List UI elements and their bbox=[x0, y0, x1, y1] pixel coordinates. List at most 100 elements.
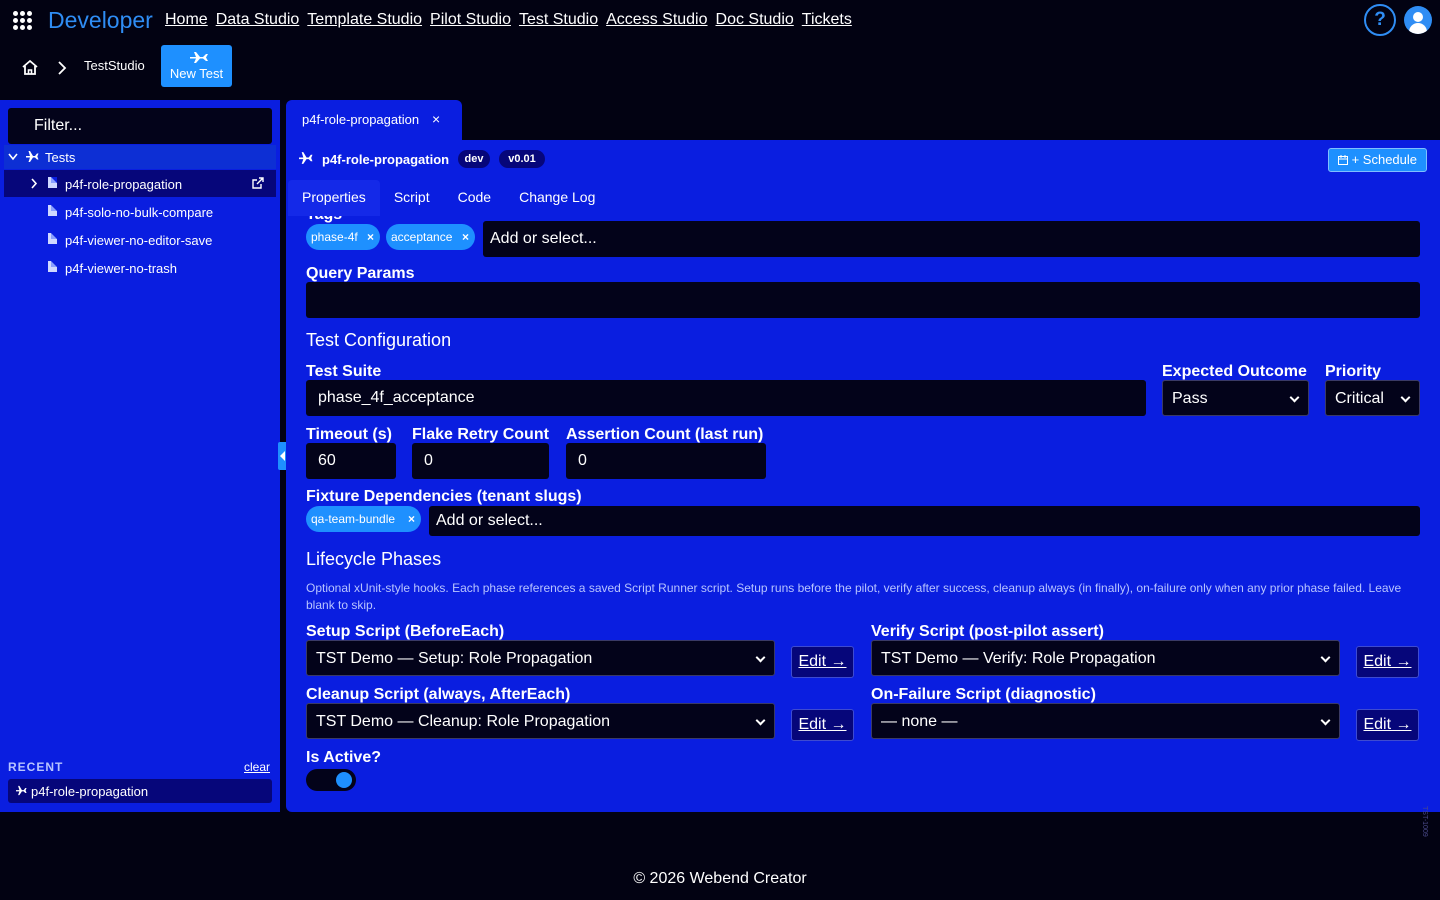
nav-link-data-studio[interactable]: Data Studio bbox=[216, 11, 300, 29]
is-active-label: Is Active? bbox=[306, 749, 381, 766]
tree-item-label: p4f-viewer-no-trash bbox=[65, 261, 177, 276]
chevron-down-icon bbox=[755, 652, 766, 663]
home-icon[interactable] bbox=[21, 59, 39, 76]
setup-script-select[interactable]: TST Demo — Setup: Role Propagation bbox=[306, 640, 775, 676]
test-suite-input[interactable]: phase_4f_acceptance bbox=[306, 380, 1146, 416]
tree-root-label: Tests bbox=[45, 150, 76, 165]
test-suite-label: Test Suite bbox=[306, 363, 382, 380]
expected-outcome-select[interactable]: Pass bbox=[1162, 380, 1309, 416]
edit-cleanup-script-button[interactable]: Edit → bbox=[791, 709, 854, 741]
query-params-input[interactable] bbox=[306, 282, 1420, 318]
tags-input[interactable]: Add or select... bbox=[483, 221, 1420, 257]
tag-chip-label: acceptance bbox=[391, 230, 453, 244]
sidebar: Tests p4f-role-propagation p4f-solo-no-b… bbox=[0, 100, 280, 812]
new-test-label: New Test bbox=[169, 66, 224, 81]
recent-clear-link[interactable]: clear bbox=[244, 760, 270, 774]
timeout-input[interactable]: 60 bbox=[306, 443, 396, 479]
tree-item-label: p4f-viewer-no-editor-save bbox=[65, 233, 213, 248]
chevron-down-icon bbox=[1320, 715, 1331, 726]
page-title: p4f-role-propagation bbox=[322, 152, 450, 167]
expected-outcome-value: Pass bbox=[1172, 390, 1208, 407]
fixture-deps-input[interactable]: Add or select... bbox=[429, 506, 1420, 536]
env-badge: dev bbox=[458, 150, 490, 168]
edit-setup-script-button[interactable]: Edit → bbox=[791, 646, 854, 678]
assertion-count-input[interactable]: 0 bbox=[566, 443, 766, 479]
tree-item-label: p4f-role-propagation bbox=[65, 177, 183, 192]
cleanup-script-label: Cleanup Script (always, AfterEach) bbox=[306, 686, 571, 703]
cleanup-script-value: TST Demo — Cleanup: Role Propagation bbox=[316, 713, 611, 730]
close-icon[interactable]: × bbox=[432, 111, 440, 127]
query-params-label: Query Params bbox=[306, 265, 415, 282]
nav-link-tickets[interactable]: Tickets bbox=[802, 11, 852, 29]
tags-label: Tags bbox=[306, 216, 342, 224]
file-icon bbox=[48, 177, 57, 188]
remove-fixture-icon[interactable]: × bbox=[408, 506, 415, 532]
is-active-toggle[interactable] bbox=[306, 769, 356, 791]
fixture-deps-label: Fixture Dependencies (tenant slugs) bbox=[306, 488, 582, 505]
remove-tag-icon[interactable]: × bbox=[367, 224, 374, 250]
nav-links: Home Data Studio Template Studio Pilot S… bbox=[165, 11, 852, 29]
tree-item-label: p4f-solo-no-bulk-compare bbox=[65, 205, 214, 220]
tree-item-p4f-solo-no-bulk-compare[interactable]: p4f-solo-no-bulk-compare bbox=[4, 198, 276, 225]
priority-select[interactable]: Critical bbox=[1325, 380, 1420, 416]
recent-item[interactable]: p4f-role-propagation bbox=[8, 779, 272, 803]
footer-text: © 2026 Webend Creator bbox=[633, 870, 807, 887]
nav-link-access-studio[interactable]: Access Studio bbox=[606, 11, 707, 29]
recent-item-label: p4f-role-propagation bbox=[31, 784, 149, 799]
tree-root-tests[interactable]: Tests bbox=[4, 145, 276, 169]
test-config-heading: Test Configuration bbox=[306, 330, 452, 350]
toggle-knob bbox=[336, 772, 352, 788]
file-icon bbox=[48, 261, 57, 272]
remove-tag-icon[interactable]: × bbox=[462, 224, 469, 250]
nav-link-home[interactable]: Home bbox=[165, 11, 208, 29]
tab-properties[interactable]: Properties bbox=[288, 180, 380, 216]
version-stamp: TST-1009 bbox=[1421, 806, 1428, 837]
file-icon bbox=[48, 233, 57, 244]
help-icon[interactable]: ? bbox=[1364, 4, 1396, 36]
filter-input[interactable] bbox=[8, 108, 272, 144]
fixture-chip[interactable]: qa-team-bundle × bbox=[306, 506, 421, 532]
verify-script-select[interactable]: TST Demo — Verify: Role Propagation bbox=[871, 640, 1340, 676]
nav-link-template-studio[interactable]: Template Studio bbox=[307, 11, 422, 29]
external-link-icon[interactable] bbox=[252, 177, 264, 189]
tab-script[interactable]: Script bbox=[380, 180, 444, 216]
tag-chip[interactable]: acceptance × bbox=[386, 224, 475, 250]
calendar-icon bbox=[1337, 155, 1348, 165]
chevron-down-icon[interactable] bbox=[8, 153, 18, 161]
onfailure-script-value: — none — bbox=[881, 713, 958, 730]
setup-script-label: Setup Script (BeforeEach) bbox=[306, 623, 505, 640]
schedule-label: + Schedule bbox=[1351, 152, 1418, 167]
chevron-right-icon[interactable] bbox=[30, 178, 38, 189]
plane-icon bbox=[299, 152, 313, 164]
breadcrumb-current[interactable]: TestStudio bbox=[84, 58, 145, 73]
expected-outcome-label: Expected Outcome bbox=[1162, 363, 1307, 380]
edit-verify-script-button[interactable]: Edit → bbox=[1356, 646, 1419, 678]
tag-chip[interactable]: phase-4f × bbox=[306, 224, 380, 250]
onfailure-script-select[interactable]: — none — bbox=[871, 703, 1340, 739]
user-avatar-icon[interactable] bbox=[1404, 6, 1432, 34]
onfailure-script-label: On-Failure Script (diagnostic) bbox=[871, 686, 1096, 703]
brand-title[interactable]: Developer bbox=[48, 7, 153, 34]
cleanup-script-select[interactable]: TST Demo — Cleanup: Role Propagation bbox=[306, 703, 775, 739]
nav-link-test-studio[interactable]: Test Studio bbox=[519, 11, 598, 29]
plane-icon bbox=[16, 785, 27, 796]
main-panel: p4f-role-propagation dev v0.01 + Schedul… bbox=[286, 140, 1440, 812]
schedule-button[interactable]: + Schedule bbox=[1328, 148, 1427, 172]
tab-code[interactable]: Code bbox=[444, 180, 505, 216]
edit-onfailure-script-button[interactable]: Edit → bbox=[1356, 709, 1419, 741]
tree-item-p4f-role-propagation[interactable]: p4f-role-propagation bbox=[4, 170, 276, 197]
tree-item-p4f-viewer-no-trash[interactable]: p4f-viewer-no-trash bbox=[4, 254, 276, 281]
nav-link-doc-studio[interactable]: Doc Studio bbox=[716, 11, 794, 29]
app-grid-icon[interactable] bbox=[13, 11, 32, 30]
version-badge: v0.01 bbox=[499, 150, 545, 168]
flake-retry-input[interactable]: 0 bbox=[412, 443, 549, 479]
tab-change-log[interactable]: Change Log bbox=[505, 180, 609, 216]
nav-link-pilot-studio[interactable]: Pilot Studio bbox=[430, 11, 511, 29]
chevron-down-icon bbox=[1320, 652, 1331, 663]
plane-icon bbox=[190, 52, 208, 63]
verify-script-label: Verify Script (post-pilot assert) bbox=[871, 623, 1104, 640]
tree-item-p4f-viewer-no-editor-save[interactable]: p4f-viewer-no-editor-save bbox=[4, 226, 276, 253]
priority-label: Priority bbox=[1325, 363, 1382, 380]
doc-tab[interactable]: p4f-role-propagation × bbox=[286, 100, 462, 140]
new-test-button[interactable]: New Test bbox=[161, 45, 232, 87]
